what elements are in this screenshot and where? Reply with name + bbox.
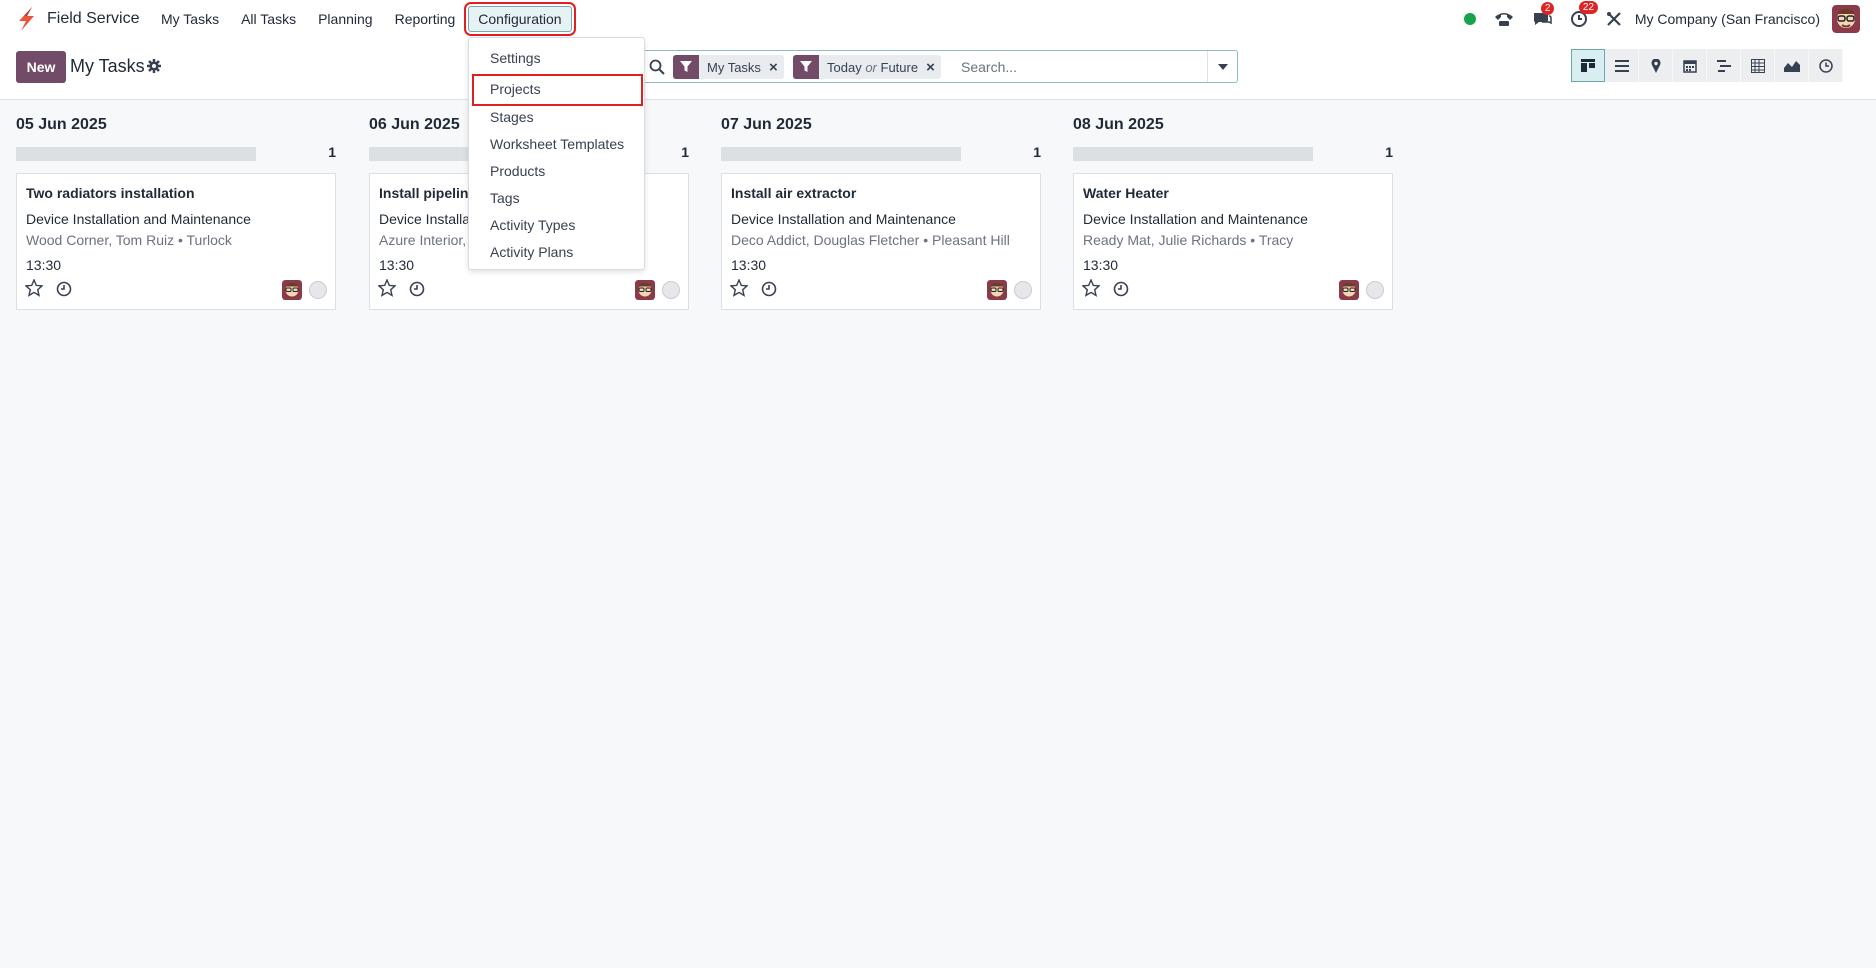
menu-item-products[interactable]: Products	[469, 160, 644, 187]
menu-item-tags[interactable]: Tags	[469, 187, 644, 214]
task-partner: Azure Interior, I	[379, 232, 474, 248]
remove-facet-close-icon[interactable]: ×	[769, 59, 784, 76]
activity-clock-icon[interactable]	[409, 281, 425, 297]
task-title: Water Heater	[1083, 185, 1169, 201]
task-time: 13:30	[379, 257, 415, 273]
activity-view-icon[interactable]	[1809, 49, 1843, 82]
star-icon[interactable]	[1082, 279, 1100, 297]
column-progress-bar[interactable]	[721, 147, 961, 161]
gantt-view-icon[interactable]	[1707, 49, 1741, 82]
task-title: Two radiators installation	[26, 185, 195, 201]
assignee-avatar[interactable]	[987, 280, 1007, 300]
control-panel: New My Tasks My Tasks × Today or Future …	[0, 38, 1876, 100]
menu-planning[interactable]: Planning	[307, 0, 384, 38]
filter-facet-my-tasks: My Tasks ×	[673, 55, 784, 79]
menu-item-activity-plans[interactable]: Activity Plans	[469, 241, 644, 268]
task-project: Device Installation and Maintenance	[731, 211, 956, 227]
menu-configuration[interactable]: Configuration	[464, 2, 576, 36]
filter-icon	[793, 55, 819, 79]
column-title[interactable]: 08 Jun 2025	[1073, 116, 1164, 134]
presence-status-icon[interactable]	[1463, 13, 1476, 25]
search-bar: My Tasks × Today or Future ×	[640, 50, 1238, 83]
activity-clock-icon[interactable]	[761, 281, 777, 297]
search-icon[interactable]	[649, 59, 665, 75]
pivot-view-icon[interactable]	[1741, 49, 1775, 82]
filter-facet-today-future: Today or Future ×	[793, 55, 941, 79]
facet-label: Today or Future	[827, 59, 919, 75]
phone-icon[interactable]	[1494, 11, 1514, 27]
activities-clock-icon[interactable]: 22	[1570, 1, 1598, 28]
menu-item-worksheet-templates[interactable]: Worksheet Templates	[469, 133, 644, 160]
column-title[interactable]: 06 Jun 2025	[369, 116, 460, 134]
top-navbar: Field Service My Tasks All Tasks Plannin…	[0, 0, 1876, 38]
assignee-avatar[interactable]	[635, 280, 655, 300]
menu-item-settings[interactable]: Settings	[469, 47, 644, 74]
column-count: 1	[328, 144, 336, 160]
column-progress-bar[interactable]	[16, 147, 256, 161]
task-card[interactable]: Install air extractor Device Installatio…	[721, 173, 1041, 310]
assignee-avatar[interactable]	[1339, 280, 1359, 300]
app-name[interactable]: Field Service	[47, 10, 139, 28]
task-time: 13:30	[731, 257, 767, 273]
task-state-icon[interactable]	[1366, 281, 1384, 299]
column-title[interactable]: 07 Jun 2025	[721, 116, 812, 134]
menu-my-tasks[interactable]: My Tasks	[150, 0, 230, 38]
task-project: Device Installation and Maintenance	[1083, 211, 1308, 227]
assignee-avatar[interactable]	[282, 280, 302, 300]
messages-badge: 2	[1540, 2, 1555, 15]
messages-icon[interactable]: 2	[1532, 2, 1555, 27]
gear-icon[interactable]	[147, 59, 161, 73]
task-state-icon[interactable]	[662, 281, 680, 299]
company-switcher[interactable]: My Company (San Francisco)	[1635, 11, 1820, 27]
task-project: Device Installa	[379, 211, 471, 227]
menu-reporting[interactable]: Reporting	[384, 0, 467, 38]
star-icon[interactable]	[730, 279, 748, 297]
activity-clock-icon[interactable]	[56, 281, 72, 297]
remove-facet-close-icon[interactable]: ×	[926, 59, 941, 76]
task-state-icon[interactable]	[309, 281, 327, 299]
breadcrumb: My Tasks	[70, 56, 145, 76]
star-icon[interactable]	[25, 279, 43, 297]
systray: 2 22 My Company (San Francisco)	[1455, 0, 1876, 38]
task-title: Install pipelin	[379, 185, 469, 201]
task-card[interactable]: Two radiators installation Device Instal…	[16, 173, 336, 310]
activities-badge: 22	[1578, 1, 1598, 14]
calendar-view-icon[interactable]	[1673, 49, 1707, 82]
main-menu: My Tasks All Tasks Planning Reporting Co…	[150, 0, 576, 38]
new-button[interactable]: New	[16, 51, 66, 83]
column-title[interactable]: 05 Jun 2025	[16, 116, 107, 134]
task-time: 13:30	[26, 257, 62, 273]
list-view-icon[interactable]	[1605, 49, 1639, 82]
task-card[interactable]: Water Heater Device Installation and Mai…	[1073, 173, 1393, 310]
debug-tools-icon[interactable]	[1606, 11, 1622, 27]
map-view-icon[interactable]	[1639, 49, 1673, 82]
kanban-view-icon[interactable]	[1571, 49, 1605, 82]
search-options-chevron-down-icon[interactable]	[1207, 51, 1237, 82]
column-count: 1	[1385, 144, 1393, 160]
star-icon[interactable]	[378, 279, 396, 297]
task-time: 13:30	[1083, 257, 1119, 273]
activity-clock-icon[interactable]	[1113, 281, 1129, 297]
filter-icon	[673, 55, 699, 79]
menu-item-activity-types[interactable]: Activity Types	[469, 214, 644, 241]
task-state-icon[interactable]	[1014, 281, 1032, 299]
column-count: 1	[1033, 144, 1041, 160]
search-input[interactable]	[961, 55, 1191, 79]
menu-item-projects[interactable]: Projects	[472, 74, 643, 106]
field-service-logo-icon[interactable]	[16, 7, 36, 31]
task-title: Install air extractor	[731, 185, 857, 201]
graph-view-icon[interactable]	[1775, 49, 1809, 82]
facet-label: My Tasks	[707, 59, 761, 75]
column-progress-bar[interactable]	[1073, 147, 1313, 161]
task-partner: Deco Addict, Douglas Fletcher • Pleasant…	[731, 232, 1010, 248]
view-switcher	[1571, 49, 1843, 82]
menu-item-stages[interactable]: Stages	[469, 106, 644, 133]
task-partner: Ready Mat, Julie Richards • Tracy	[1083, 232, 1294, 248]
menu-all-tasks[interactable]: All Tasks	[230, 0, 307, 38]
task-project: Device Installation and Maintenance	[26, 211, 251, 227]
configuration-dropdown: Settings Projects Stages Worksheet Templ…	[468, 37, 645, 270]
task-partner: Wood Corner, Tom Ruiz • Turlock	[26, 232, 232, 248]
user-avatar[interactable]	[1832, 5, 1860, 33]
column-count: 1	[681, 144, 689, 160]
